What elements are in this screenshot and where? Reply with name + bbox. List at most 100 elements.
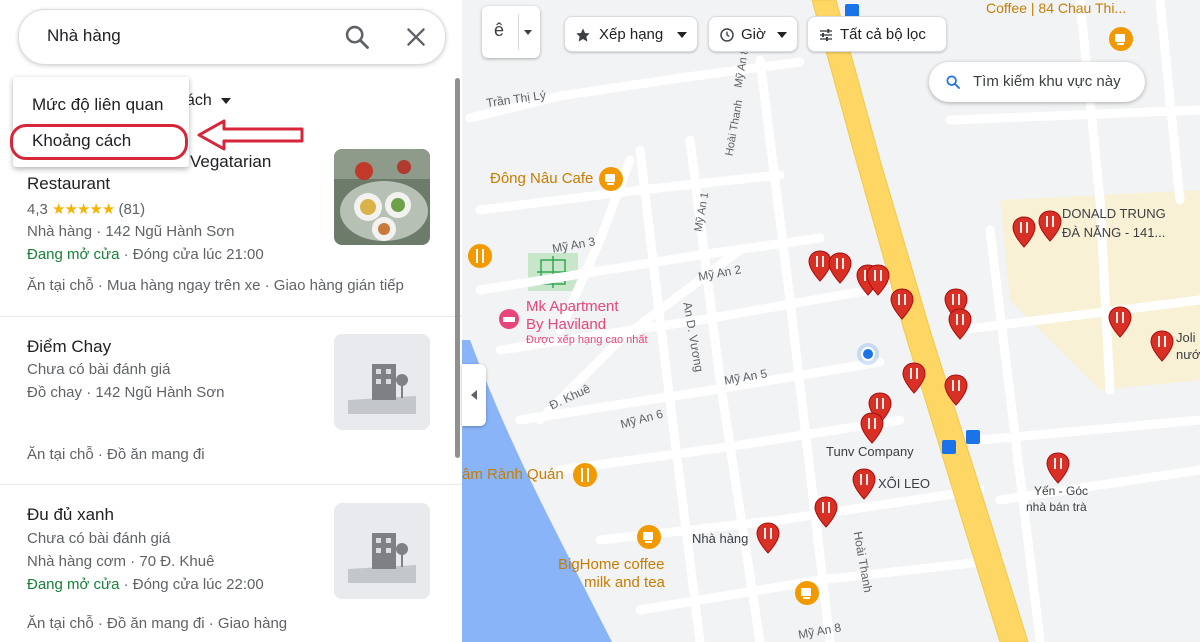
sort-option-relevance[interactable]: Mức độ liên quan <box>32 95 163 115</box>
rating-value: 4,3 <box>27 201 48 218</box>
layer-button[interactable]: ê <box>482 6 540 58</box>
result-title[interactable]: Đu đủ xanh <box>27 505 114 525</box>
current-location-icon[interactable] <box>856 342 880 366</box>
rating-row: 4,3 ★★★★★ (81) <box>27 200 145 218</box>
chevron-down-icon[interactable] <box>221 98 231 104</box>
layer-glyph: ê <box>494 20 505 40</box>
divider <box>0 484 462 485</box>
annotation-arrow-icon <box>197 119 304 151</box>
search-this-area-button[interactable]: Tìm kiếm khu vực này <box>929 62 1145 102</box>
place-label[interactable]: Yến - Góc <box>1034 484 1088 498</box>
restaurant-pin-icon[interactable] <box>1046 452 1070 484</box>
chip-label: Xếp hạng <box>599 26 664 43</box>
cafe-pin-icon[interactable] <box>598 166 624 192</box>
cafe-pin-icon[interactable] <box>636 524 662 550</box>
restaurant-pin-icon[interactable] <box>828 252 852 284</box>
category-address: Nhà hàng · 142 Ngũ Hành Sơn <box>27 223 235 240</box>
chip-label: Giờ <box>741 26 766 43</box>
review-note: Chưa có bài đánh giá <box>27 361 171 378</box>
restaurant-pin-icon[interactable] <box>890 288 914 320</box>
status-badge: Đang mở cửa <box>27 246 120 263</box>
place-label[interactable]: Mk Apartment <box>526 298 619 315</box>
restaurant-pin-icon[interactable] <box>866 264 890 296</box>
cafe-pin-icon[interactable] <box>794 580 820 606</box>
place-label[interactable]: Tunv Company <box>826 444 914 459</box>
result-photo[interactable] <box>334 149 430 245</box>
close-icon[interactable] <box>403 24 429 50</box>
restaurant-pin-icon[interactable] <box>860 412 884 444</box>
closing-hours: · Đóng cửa lúc 22:00 <box>119 576 264 593</box>
collapse-panel-button[interactable] <box>462 364 486 426</box>
restaurant-orange-pin-icon[interactable] <box>467 243 493 269</box>
place-label[interactable]: nhà bán trà <box>1026 500 1087 514</box>
restaurant-pin-icon[interactable] <box>1108 306 1132 338</box>
building-icon <box>348 364 416 414</box>
sort-dropdown-label[interactable]: ách <box>186 92 212 110</box>
place-label[interactable]: nướ <box>1176 347 1200 362</box>
search-icon[interactable] <box>343 23 371 51</box>
category-address: Nhà hàng cơm · 70 Đ. Khuê <box>27 553 215 570</box>
annotation-highlight <box>10 124 188 160</box>
review-note: Chưa có bài đánh giá <box>27 530 171 547</box>
rating-filter-chip[interactable]: Xếp hạng <box>564 16 698 52</box>
place-label[interactable]: By Haviland <box>526 316 606 333</box>
scrollbar[interactable] <box>455 78 460 458</box>
cafe-pin-icon[interactable] <box>1108 26 1134 52</box>
place-label[interactable]: XÔI LEO <box>878 476 930 491</box>
search-icon <box>946 75 960 89</box>
place-badge: Được xếp hạng cao nhất <box>526 334 648 346</box>
result-photo-placeholder[interactable] <box>334 334 430 430</box>
all-filters-chip[interactable]: Tất cả bộ lọc <box>807 16 947 52</box>
place-label[interactable]: ĐÀ NẴNG - 141... <box>1062 225 1165 240</box>
place-label[interactable]: DONALD TRUNG <box>1062 206 1166 221</box>
restaurant-pin-icon[interactable] <box>1012 216 1036 248</box>
place-label[interactable]: âm Rành Quán <box>462 466 564 483</box>
review-count: (81) <box>118 201 146 218</box>
clock-icon <box>720 28 734 42</box>
result-title[interactable]: Restaurant <box>27 174 110 194</box>
result-photo-placeholder[interactable] <box>334 503 430 599</box>
status-badge: Đang mở cửa <box>27 576 120 593</box>
hours-row: Đang mở cửa · Đóng cửa lúc 22:00 <box>27 576 264 593</box>
search-input[interactable]: Nhà hàng <box>47 26 121 46</box>
result-title[interactable]: Điểm Chay <box>27 337 111 357</box>
restaurant-pin-icon[interactable] <box>948 308 972 340</box>
restaurant-pin-icon[interactable] <box>902 362 926 394</box>
place-label[interactable]: Joli <box>1176 330 1196 345</box>
category-address: Đồ chay · 142 Ngũ Hành Sơn <box>27 384 225 401</box>
closing-hours: · Đóng cửa lúc 21:00 <box>119 246 264 263</box>
restaurant-pin-icon[interactable] <box>756 522 780 554</box>
star-icon: ★★★★★ <box>52 201 115 218</box>
search-box[interactable]: Nhà hàng <box>18 9 446 65</box>
map-label[interactable]: Coffee | 84 Chau Thi... <box>986 0 1126 16</box>
building-icon <box>348 533 416 583</box>
place-label[interactable]: Nhà hàng <box>692 531 748 546</box>
service-options: Ăn tại chỗ · Mua hàng ngay trên xe · Gia… <box>27 277 404 294</box>
restaurant-pin-icon[interactable] <box>1150 330 1174 362</box>
hours-row: Đang mở cửa · Đóng cửa lúc 21:00 <box>27 246 264 263</box>
restaurant-pin-icon[interactable] <box>1038 210 1062 242</box>
place-label[interactable]: milk and tea <box>584 574 665 591</box>
chip-label: Tất cả bộ lọc <box>840 26 926 43</box>
divider <box>518 14 519 50</box>
divider <box>0 316 462 317</box>
hours-filter-chip[interactable]: Giờ <box>708 16 798 52</box>
place-label[interactable]: BigHome coffee <box>558 556 664 573</box>
chevron-left-icon <box>471 390 477 400</box>
service-options: Ăn tại chỗ · Đồ ăn mang đi · Giao hàng <box>27 615 288 632</box>
search-this-area-label: Tìm kiếm khu vực này <box>973 73 1121 90</box>
place-label[interactable]: Đông Nâu Cafe <box>490 170 593 187</box>
star-icon <box>576 28 590 42</box>
restaurant-pin-icon[interactable] <box>814 496 838 528</box>
restaurant-pin-icon[interactable] <box>944 374 968 406</box>
chevron-down-icon <box>677 32 687 38</box>
tune-icon <box>820 29 832 41</box>
service-options: Ăn tại chỗ · Đồ ăn mang đi <box>27 446 205 463</box>
chevron-down-icon <box>777 32 787 38</box>
result-title[interactable]: Vegatarian <box>190 152 271 172</box>
chevron-down-icon[interactable] <box>524 30 532 35</box>
restaurant-pin-icon[interactable] <box>852 468 876 500</box>
hotel-pin-icon[interactable] <box>498 308 520 330</box>
results-panel: Nhà hàng ách Mức độ liên quan Khoảng các… <box>0 0 462 642</box>
restaurant-orange-pin-icon[interactable] <box>572 462 598 488</box>
